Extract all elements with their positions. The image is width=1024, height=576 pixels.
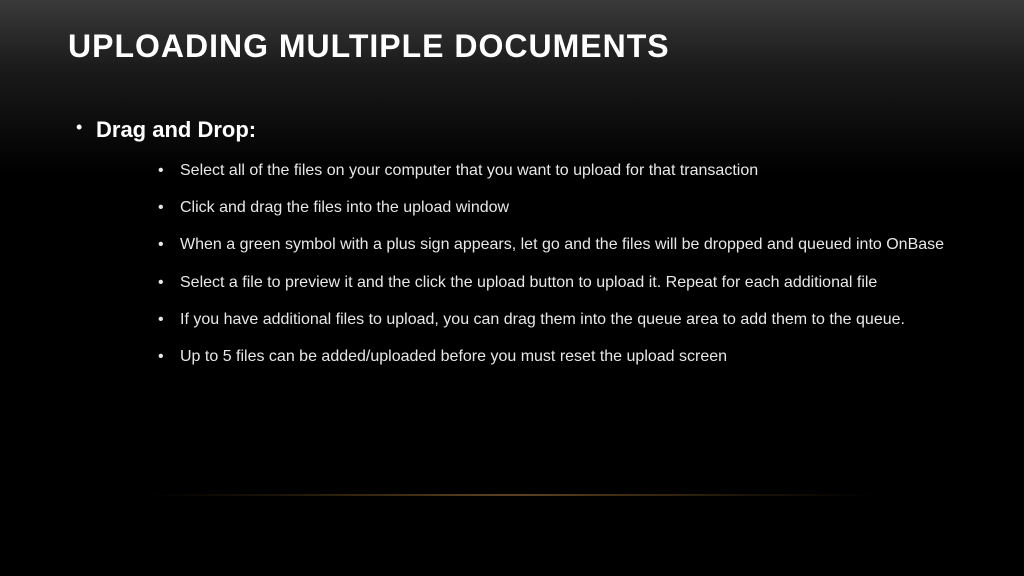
list-item: Up to 5 files can be added/uploaded befo… [158,345,948,368]
main-bullet: Drag and Drop: Select all of the files o… [68,117,956,368]
slide-content: Drag and Drop: Select all of the files o… [0,65,1024,368]
main-bullet-text: Drag and Drop: [96,117,256,142]
decorative-divider [130,494,894,496]
slide-title: UPLOADING MULTIPLE DOCUMENTS [0,0,1024,65]
list-item: When a green symbol with a plus sign app… [158,233,948,256]
list-item: If you have additional files to upload, … [158,308,948,331]
list-item: Click and drag the files into the upload… [158,196,948,219]
list-item: Select a file to preview it and the clic… [158,271,948,294]
sub-bullet-list: Select all of the files on your computer… [96,143,956,368]
list-item: Select all of the files on your computer… [158,159,948,182]
